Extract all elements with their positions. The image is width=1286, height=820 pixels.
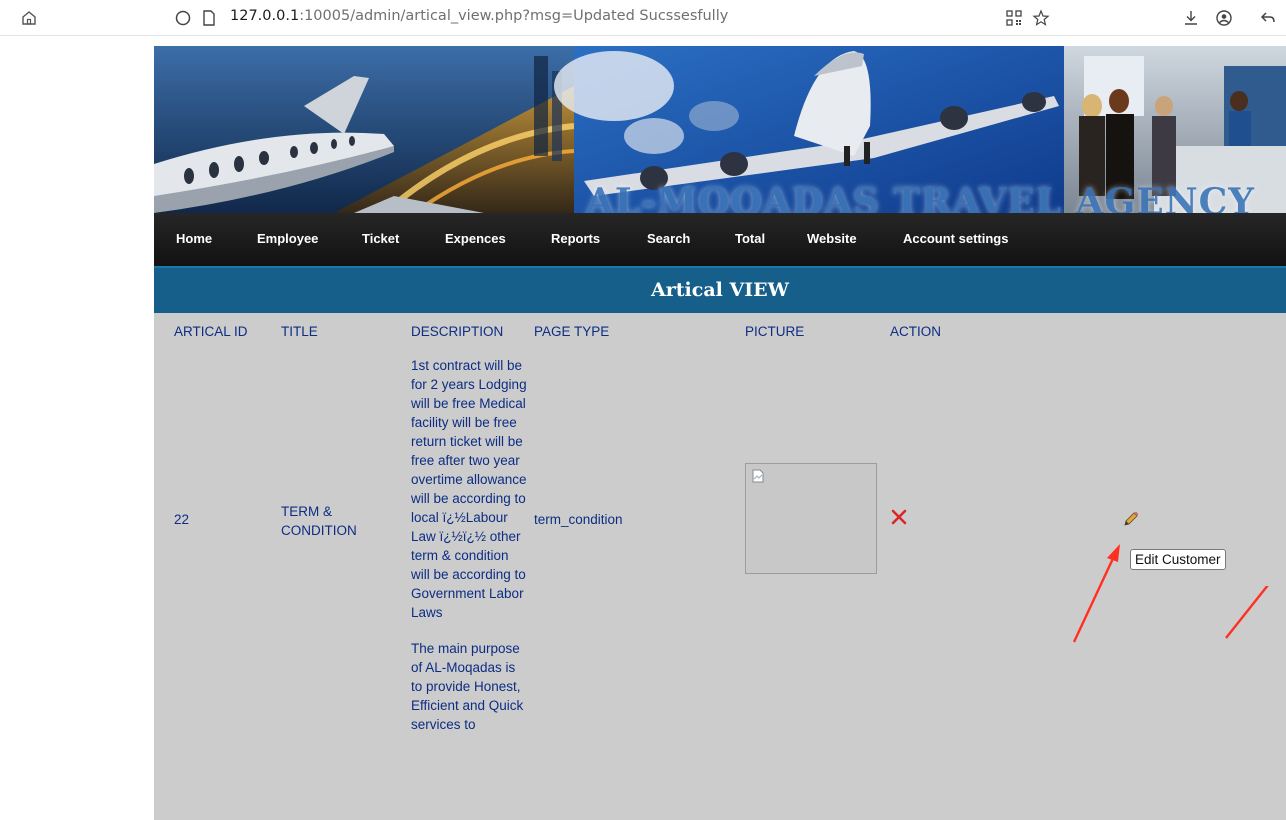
col-header-action: ACTION [890,324,942,339]
page-title: Artical VIEW [651,279,789,301]
col-header-picture: PICTURE [745,324,805,339]
col-header-title: TITLE [281,324,318,339]
nav-reports[interactable]: Reports [551,231,600,246]
edit-tooltip: Edit Customer [1130,549,1226,570]
col-header-page-type: PAGE TYPE [534,324,610,339]
browser-toolbar: 127.0.0.1:10005/admin/artical_view.php?m… [0,0,1286,36]
col-header-id: ARTICAL ID [174,324,248,339]
description-paragraph-2: The main purpose of AL-Moqadas is to pro… [411,641,524,732]
nav-account-settings[interactable]: Account settings [903,231,1008,246]
url-path: :10005/admin/artical_view.php?msg=Update… [299,8,729,24]
edit-pencil-icon[interactable] [1122,510,1140,528]
cell-description: 1st contract will be for 2 years Lodging… [411,356,529,751]
page-container: AL-MOQADAS TRAVEL AGENCY Home Employee T… [154,46,1286,820]
page-title-bar: Artical VIEW [154,266,1286,313]
main-nav: Home Employee Ticket Expences Reports Se… [154,213,1286,266]
delete-icon[interactable] [890,508,908,526]
banner-title: AL-MOQADAS TRAVEL AGENCY [586,181,1255,213]
nav-employee[interactable]: Employee [257,231,318,246]
red-arrow-annotation [1225,586,1269,639]
url-bar[interactable]: 127.0.0.1:10005/admin/artical_view.php?m… [230,8,728,24]
nav-home[interactable]: Home [176,231,212,246]
account-icon[interactable] [1213,7,1235,29]
description-paragraph-1: 1st contract will be for 2 years Lodging… [411,358,527,620]
cell-artical-id: 22 [174,512,190,527]
nav-search[interactable]: Search [647,231,690,246]
broken-image-icon [752,469,764,483]
nav-website[interactable]: Website [807,231,857,246]
nav-total[interactable]: Total [735,231,765,246]
back-icon[interactable] [1257,7,1279,29]
nav-expences[interactable]: Expences [445,231,506,246]
nav-ticket[interactable]: Ticket [362,231,399,246]
article-picture[interactable] [745,463,877,574]
annotation-arrow-head [1072,544,1120,643]
download-icon[interactable] [1180,7,1202,29]
page-icon[interactable] [198,7,220,29]
cell-title: TERM & CONDITION [281,504,357,538]
header-banner: AL-MOQADAS TRAVEL AGENCY [154,46,1286,213]
col-header-description: DESCRIPTION [411,324,504,339]
qr-icon[interactable] [1003,7,1025,29]
url-host: 127.0.0.1 [230,8,300,24]
star-icon[interactable] [1030,7,1052,29]
cell-page-type: term_condition [534,512,623,527]
home-icon[interactable] [18,7,40,29]
shield-icon[interactable] [172,7,194,29]
